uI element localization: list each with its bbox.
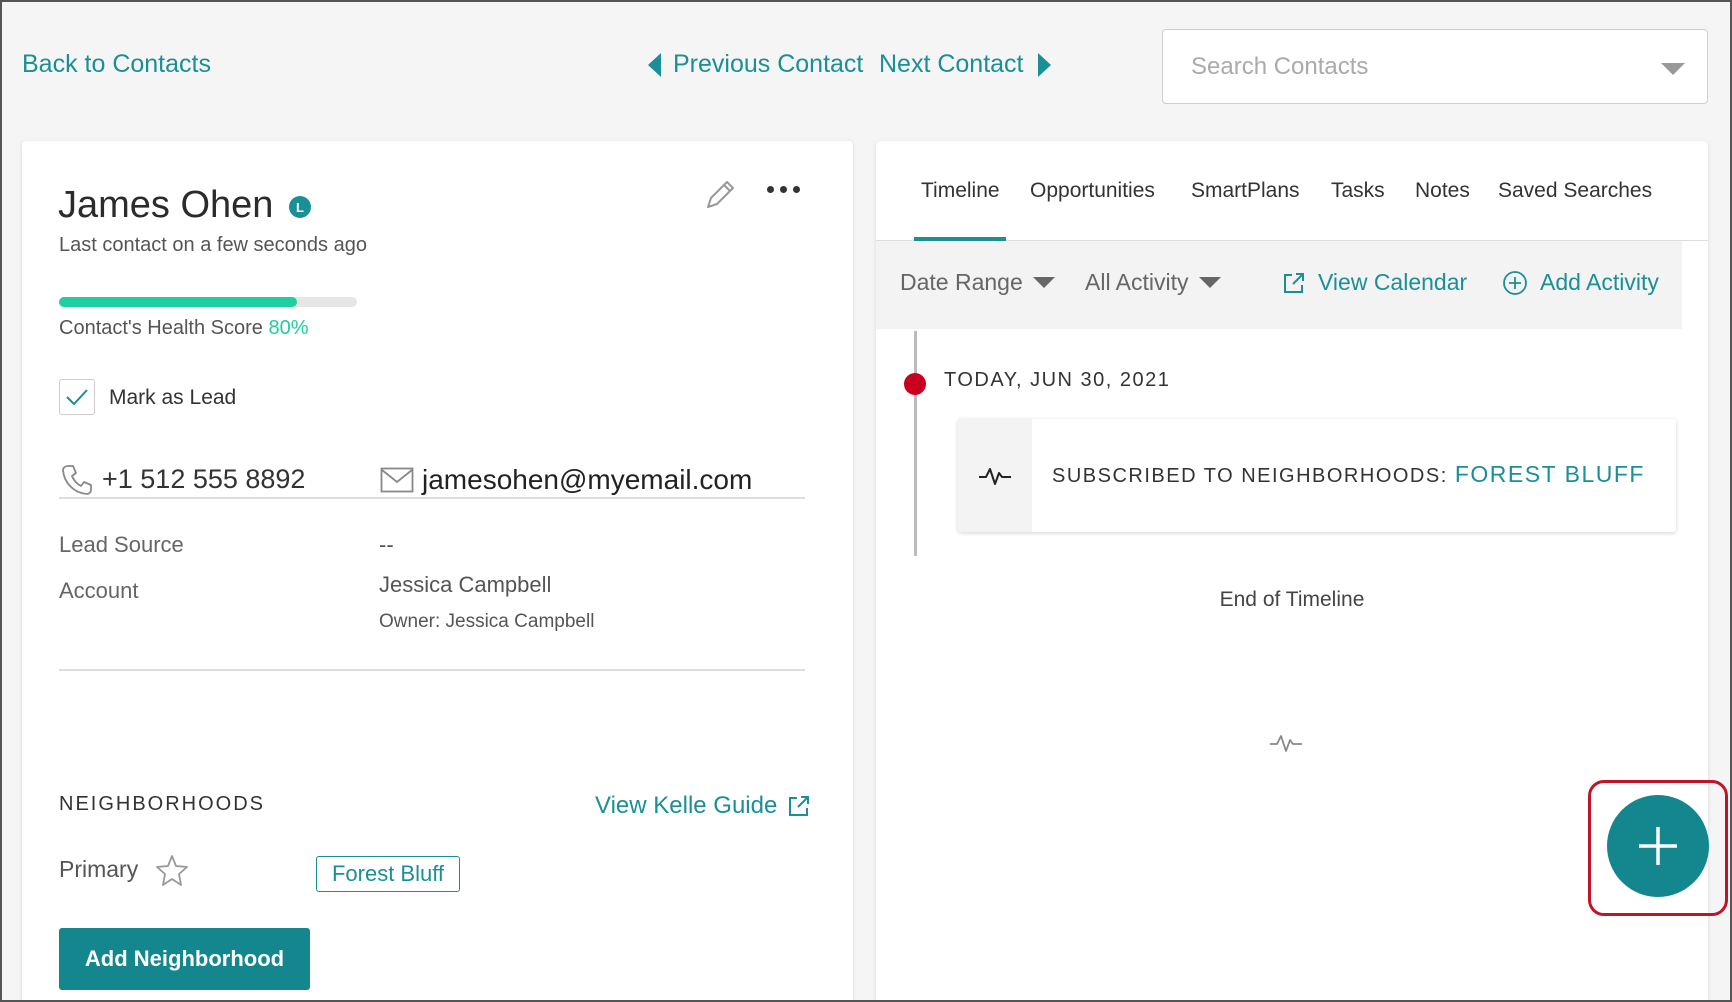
mail-icon <box>380 467 414 493</box>
next-contact-link[interactable]: Next Contact <box>879 50 1051 79</box>
divider <box>59 669 805 671</box>
account-value[interactable]: Jessica Campbell <box>379 572 551 598</box>
neighborhood-tag[interactable]: Forest Bluff <box>316 856 460 892</box>
search-contacts-dropdown[interactable]: Search Contacts <box>1162 29 1708 104</box>
filter-bar: Date Range All Activity View Calendar Ad… <box>876 241 1682 329</box>
previous-contact-link[interactable]: Previous Contact <box>648 50 863 79</box>
view-kelle-guide-link[interactable]: View Kelle Guide <box>595 792 811 820</box>
health-score-label: Contact's Health Score 80% <box>59 317 309 339</box>
chevron-right-icon <box>1037 52 1051 77</box>
external-link-icon <box>789 796 810 816</box>
date-range-dropdown[interactable]: Date Range <box>900 269 1055 296</box>
tab-smartplans[interactable]: SmartPlans <box>1191 179 1300 203</box>
view-kelle-guide-label: View Kelle Guide <box>595 792 778 819</box>
health-score-value: 80% <box>268 317 309 339</box>
phone-icon <box>62 465 92 495</box>
timeline-dot <box>904 373 926 395</box>
activity-pulse-icon <box>979 467 1011 485</box>
chevron-down-icon <box>1198 277 1221 288</box>
chevron-down-icon[interactable] <box>1661 63 1685 75</box>
add-activity-link[interactable]: Add Activity <box>1502 269 1659 296</box>
timeline-line <box>914 331 917 556</box>
tab-notes[interactable]: Notes <box>1415 179 1470 203</box>
search-placeholder: Search Contacts <box>1191 52 1369 80</box>
contact-name: James Ohen <box>58 184 274 226</box>
pencil-icon[interactable] <box>702 177 738 213</box>
previous-contact-label: Previous Contact <box>673 50 864 78</box>
date-range-label: Date Range <box>900 269 1023 295</box>
more-options-icon[interactable] <box>767 186 800 193</box>
plus-icon <box>1639 827 1677 865</box>
tab-saved-searches[interactable]: Saved Searches <box>1498 179 1652 203</box>
chevron-left-icon <box>648 52 661 77</box>
tab-opportunities[interactable]: Opportunities <box>1030 179 1155 203</box>
next-contact-label: Next Contact <box>879 50 1024 78</box>
mark-as-lead-label: Mark as Lead <box>109 386 237 409</box>
add-fab-button[interactable] <box>1607 795 1709 897</box>
view-calendar-link[interactable]: View Calendar <box>1282 269 1467 296</box>
add-neighborhood-button[interactable]: Add Neighborhood <box>59 928 310 990</box>
timeline-event-card[interactable]: SUBSCRIBED TO NEIGHBORHOODS: FOREST BLUF… <box>958 419 1676 532</box>
tab-bar: Timeline Opportunities SmartPlans Tasks … <box>876 141 1708 241</box>
all-activity-label: All Activity <box>1085 269 1189 295</box>
event-text: SUBSCRIBED TO NEIGHBORHOODS: FOREST BLUF… <box>1052 461 1645 488</box>
lead-badge: L <box>289 196 311 218</box>
back-to-contacts-link[interactable]: Back to Contacts <box>22 50 211 79</box>
activity-card: Timeline Opportunities SmartPlans Tasks … <box>876 141 1708 1002</box>
neighborhoods-heading: NEIGHBORHOODS <box>59 793 266 815</box>
checkmark-icon <box>66 389 88 406</box>
tab-timeline[interactable]: Timeline <box>921 179 1000 203</box>
primary-label: Primary <box>59 856 139 882</box>
health-score-bar <box>59 297 357 307</box>
activity-pulse-icon <box>1270 735 1302 752</box>
timeline-date: TODAY, JUN 30, 2021 <box>944 369 1171 391</box>
event-neighborhood-link[interactable]: FOREST BLUFF <box>1455 461 1645 487</box>
email-address[interactable]: jamesohen@myemail.com <box>422 464 752 496</box>
all-activity-dropdown[interactable]: All Activity <box>1085 269 1221 296</box>
account-label: Account <box>59 578 139 603</box>
contact-details-card: James Ohen L Last contact on a few secon… <box>22 141 853 1002</box>
phone-number[interactable]: +1 512 555 8892 <box>102 464 305 495</box>
plus-circle-icon <box>1503 270 1527 295</box>
end-of-timeline: End of Timeline <box>1219 588 1365 611</box>
event-prefix: SUBSCRIBED TO NEIGHBORHOODS: <box>1052 465 1448 487</box>
account-owner: Owner: Jessica Campbell <box>379 611 595 632</box>
lead-source-value: -- <box>379 532 394 557</box>
chevron-down-icon <box>1032 277 1055 288</box>
lead-source-label: Lead Source <box>59 532 184 557</box>
add-activity-label: Add Activity <box>1540 269 1659 295</box>
divider <box>59 497 805 499</box>
last-contact-text: Last contact on a few seconds ago <box>59 234 367 256</box>
star-icon[interactable] <box>154 853 190 889</box>
activity-icon-box <box>958 419 1032 532</box>
tab-tasks[interactable]: Tasks <box>1331 179 1385 203</box>
mark-as-lead-checkbox[interactable] <box>59 379 95 415</box>
external-link-icon <box>1284 272 1304 293</box>
view-calendar-label: View Calendar <box>1318 269 1468 295</box>
